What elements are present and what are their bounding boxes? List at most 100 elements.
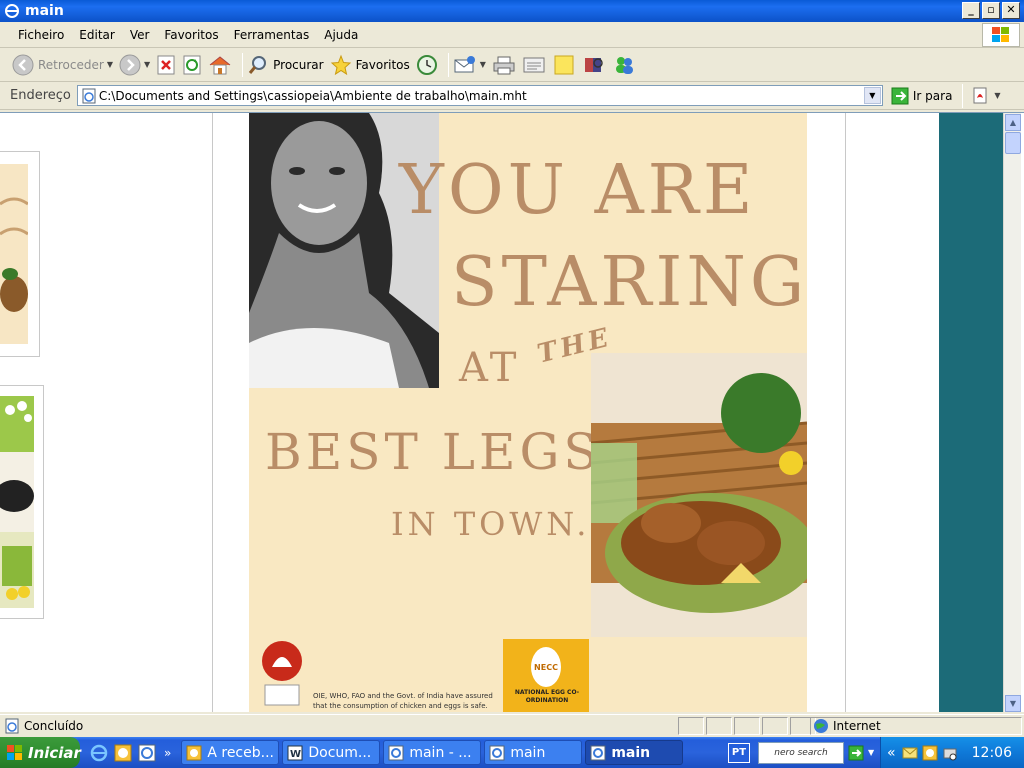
stop-button[interactable]	[156, 51, 176, 79]
search-icon	[247, 54, 269, 76]
task-button[interactable]: main	[484, 740, 583, 765]
status-cell	[678, 717, 704, 735]
star-icon	[330, 54, 352, 76]
refresh-icon	[182, 54, 202, 76]
note-icon	[552, 54, 576, 76]
home-button[interactable]	[208, 51, 232, 79]
page-icon	[81, 88, 97, 104]
task-label: Docum...	[308, 744, 372, 761]
nero-go-icon[interactable]	[848, 745, 864, 761]
home-icon	[208, 54, 232, 76]
scroll-up-icon[interactable]: ▲	[1005, 114, 1021, 131]
status-cells	[678, 717, 818, 735]
security-zone: Internet	[810, 717, 1022, 735]
address-field[interactable]: ▼	[76, 85, 883, 106]
favorites-label: Favoritos	[355, 57, 410, 72]
quick-launch: »	[90, 744, 171, 762]
address-dropdown-icon[interactable]: ▼	[863, 87, 881, 104]
language-indicator[interactable]: PT	[728, 742, 750, 763]
disclaimer-text: OIE, WHO, FAO and the Govt. of India hav…	[313, 692, 493, 710]
links-button[interactable]: ▼	[971, 82, 1001, 110]
globe-icon	[813, 718, 829, 734]
status-cell	[734, 717, 760, 735]
mail-button[interactable]: ▼	[453, 51, 486, 79]
vertical-scrollbar[interactable]: ▲ ▼	[1003, 113, 1021, 712]
back-label: Retroceder	[38, 57, 104, 72]
restore-button[interactable]: ▫	[982, 2, 1000, 19]
ie-quicklaunch-2-icon[interactable]	[138, 744, 156, 762]
status-bar: Concluído Internet	[0, 714, 1024, 736]
search-button[interactable]: Procurar	[247, 51, 324, 79]
research-button[interactable]	[582, 51, 606, 79]
status-text: Concluído	[24, 718, 84, 733]
menu-ferramentas[interactable]: Ferramentas	[234, 28, 310, 42]
task-button-active[interactable]: main	[585, 740, 684, 765]
ie-quicklaunch-icon[interactable]	[90, 744, 108, 762]
thumbnail-2[interactable]	[0, 385, 44, 619]
go-arrow-icon	[891, 87, 909, 105]
edit-button[interactable]	[522, 51, 546, 79]
page-done-icon	[4, 718, 20, 734]
toolbar: Retroceder ▼ ▼ Procurar Favoritos ▼	[0, 48, 1024, 82]
back-arrow-icon	[12, 54, 34, 76]
nero-dropdown-icon[interactable]: ▼	[868, 748, 874, 757]
address-input[interactable]	[98, 86, 869, 105]
back-dropdown-icon[interactable]: ▼	[107, 60, 113, 69]
pdf-icon	[971, 86, 991, 106]
messenger-icon	[612, 54, 636, 76]
nero-search-box[interactable]: nero search	[758, 741, 844, 764]
back-button[interactable]: Retroceder ▼	[12, 51, 113, 79]
toolbar-separator	[962, 83, 964, 108]
show-hidden-icons-icon[interactable]: «	[887, 745, 896, 761]
minimize-button[interactable]: _	[962, 2, 980, 19]
menu-editar[interactable]: Editar	[79, 28, 115, 42]
menu-favoritos[interactable]: Favoritos	[164, 28, 218, 42]
quick-launch-more-icon[interactable]: »	[164, 746, 171, 760]
search-label: Procurar	[273, 57, 324, 72]
print-button[interactable]	[492, 51, 516, 79]
links-dropdown-icon[interactable]: ▼	[994, 91, 1000, 100]
clock-time[interactable]: 12:06	[972, 745, 1012, 761]
menu-ver[interactable]: Ver	[130, 28, 150, 42]
word-doc-icon: W	[287, 745, 303, 761]
go-button[interactable]: Ir para	[891, 87, 952, 105]
task-button[interactable]: main - ...	[383, 740, 482, 765]
ie-task-icon	[489, 745, 505, 761]
ie-task-icon	[388, 745, 404, 761]
headline-line-4: BEST LEGS	[265, 423, 602, 481]
forward-dropdown-icon[interactable]: ▼	[144, 60, 150, 69]
start-label: Iniciar	[28, 743, 81, 762]
mail-icon	[453, 54, 477, 76]
mail-tray-icon[interactable]	[902, 745, 918, 761]
chicken-seal-logo	[257, 639, 307, 709]
mail-dropdown-icon[interactable]: ▼	[480, 60, 486, 69]
scroll-down-icon[interactable]: ▼	[1005, 695, 1021, 712]
clock-quicklaunch-icon[interactable]	[114, 744, 132, 762]
refresh-button[interactable]	[182, 51, 202, 79]
taskbar: Iniciar » A receb... W Docum... main - .…	[0, 737, 1024, 768]
safely-remove-icon[interactable]	[942, 745, 958, 761]
menu-bar: Ficheiro Editar Ver Favoritos Ferramenta…	[0, 22, 1024, 48]
clock-tray-icon[interactable]	[922, 745, 938, 761]
start-button[interactable]: Iniciar	[0, 737, 81, 768]
menu-ajuda[interactable]: Ajuda	[324, 28, 358, 42]
close-button[interactable]: ✕	[1002, 2, 1020, 19]
menu-ficheiro[interactable]: Ficheiro	[18, 28, 64, 42]
thumbnail-2-image	[0, 396, 34, 608]
history-button[interactable]	[416, 51, 438, 79]
clock-task-icon	[186, 745, 202, 761]
messenger-button[interactable]	[612, 51, 636, 79]
address-label: Endereço	[10, 88, 71, 103]
favorites-button[interactable]: Favoritos	[330, 51, 410, 79]
headline-line-5: IN TOWN.	[391, 505, 591, 543]
window-title: main	[25, 3, 64, 19]
windows-flag-icon	[6, 744, 24, 762]
headline-line-3: AT	[459, 345, 521, 391]
task-button[interactable]: W Docum...	[282, 740, 381, 765]
toolbar-separator	[242, 52, 244, 77]
task-button[interactable]: A receb...	[181, 740, 280, 765]
scroll-thumb[interactable]	[1005, 132, 1021, 154]
thumbnail-1[interactable]	[0, 151, 40, 357]
forward-button[interactable]: ▼	[119, 51, 150, 79]
notes-button[interactable]	[552, 51, 576, 79]
